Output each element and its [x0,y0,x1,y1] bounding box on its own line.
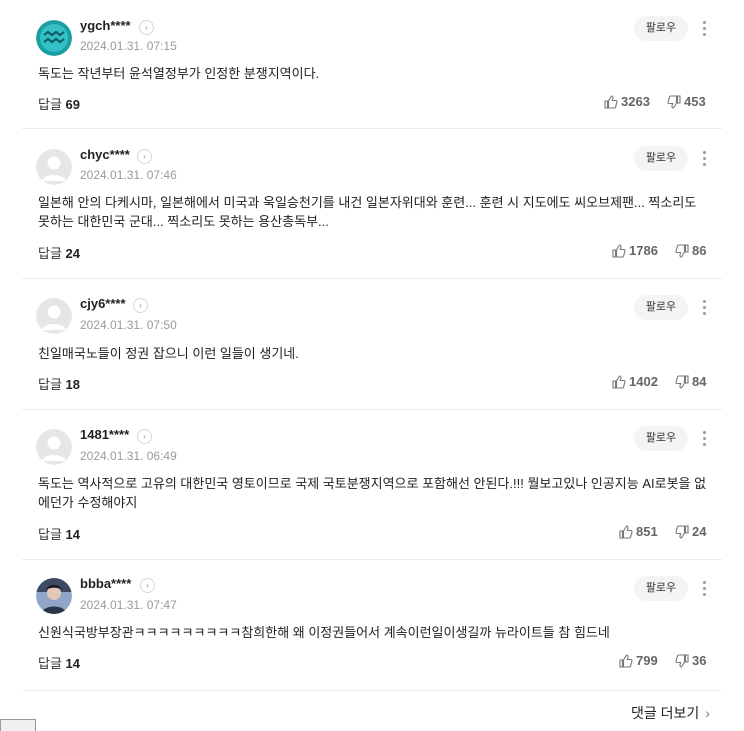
default-avatar-icon [36,429,72,465]
thumbs-down-icon [667,95,681,109]
kebab-icon[interactable] [700,581,708,597]
avatar[interactable] [36,578,72,614]
nickname[interactable]: ygch**** [80,18,131,33]
reply-button[interactable]: 답글 24 [38,243,80,262]
comment-date: 2024.01.31. 06:49 [80,449,177,463]
corner-tab [0,719,36,731]
chevron-right-icon[interactable]: › [139,20,154,35]
like-count: 3263 [621,94,650,109]
comment-date: 2024.01.31. 07:46 [80,168,177,182]
like-count: 1402 [629,374,658,389]
like-button[interactable]: 1402 [612,374,658,389]
photo-avatar-icon [36,578,72,614]
thumbs-down-icon [675,654,689,668]
dislike-count: 24 [692,524,707,539]
reply-count: 14 [65,656,81,671]
kebab-icon[interactable] [700,431,708,447]
nickname[interactable]: bbba**** [80,576,131,591]
follow-button[interactable]: 팔로우 [634,146,688,171]
avatar[interactable] [36,149,72,185]
kebab-icon[interactable] [700,21,708,37]
comment-list: ygch**** › 2024.01.31. 07:15 팔로우 독도는 작년부… [22,0,722,691]
avatar[interactable] [36,298,72,334]
reply-label: 답글 [38,377,62,392]
reply-count: 18 [65,377,81,392]
comment-date: 2024.01.31. 07:47 [80,598,177,612]
thumbs-down-icon [675,525,689,539]
more-comments-button[interactable]: 댓글 더보기 › [631,703,710,723]
dislike-count: 453 [684,94,706,109]
dislike-count: 84 [692,374,707,389]
reply-label: 답글 [38,97,62,112]
follow-button[interactable]: 팔로우 [634,16,688,41]
kebab-icon[interactable] [700,300,708,316]
default-avatar-icon [36,298,72,334]
follow-button[interactable]: 팔로우 [634,295,688,320]
comment-text: 친일매국노들이 정권 잡으니 이런 일들이 생기네. [38,346,299,361]
like-count: 799 [636,653,658,668]
reply-label: 답글 [38,527,62,542]
like-count: 1786 [629,243,658,258]
thumbs-up-icon [612,375,626,389]
avatar[interactable] [36,429,72,465]
thumbs-down-icon [675,375,689,389]
default-avatar-icon [36,149,72,185]
comment-text: 독도는 작년부터 윤석열정부가 인정한 분쟁지역이다. [38,66,320,81]
thumbs-up-icon [612,244,626,258]
follow-button[interactable]: 팔로우 [634,576,688,601]
comment-item: 1481**** › 2024.01.31. 06:49 팔로우 독도는 역사적… [22,410,722,560]
more-comments-label: 댓글 더보기 [631,705,700,721]
kebab-icon[interactable] [700,151,708,167]
like-button[interactable]: 1786 [612,243,658,258]
dislike-button[interactable]: 86 [675,243,706,258]
chevron-right-icon[interactable]: › [137,429,152,444]
reply-button[interactable]: 답글 14 [38,524,80,543]
reply-count: 24 [65,246,81,261]
chevron-right-icon: › [705,705,710,721]
thumbs-up-icon [619,654,633,668]
comment-text: 독도는 역사적으로 고유의 대한민국 영토이므로 국제 국토분쟁지역으로 포함해… [38,476,707,510]
chevron-right-icon[interactable]: › [140,578,155,593]
follow-button[interactable]: 팔로우 [634,426,688,451]
dislike-count: 86 [692,243,707,258]
reply-button[interactable]: 답글 18 [38,374,80,393]
thumbs-down-icon [675,244,689,258]
reply-count: 69 [65,97,81,112]
chevron-right-icon[interactable]: › [133,298,148,313]
nickname[interactable]: chyc**** [80,147,130,162]
comment-date: 2024.01.31. 07:50 [80,318,177,332]
nickname[interactable]: 1481**** [80,427,129,442]
like-button[interactable]: 799 [619,653,658,668]
comment-text: 신원식국방부장관ㅋㅋㅋㅋㅋㅋㅋㅋㅋ참희한해 왜 이정권들어서 계속이런일이생길까… [38,625,610,640]
like-button[interactable]: 851 [619,524,658,539]
nickname[interactable]: cjy6**** [80,296,126,311]
comment-item: bbba**** › 2024.01.31. 07:47 팔로우 신원식국방부장… [22,560,722,691]
comment-text: 일본해 안의 다케시마, 일본해에서 미국과 욱일승천기를 내건 일본자위대와 … [38,195,697,229]
reply-button[interactable]: 답글 14 [38,653,80,672]
comment-item: chyc**** › 2024.01.31. 07:46 팔로우 일본해 안의 … [22,129,722,279]
chevron-right-icon[interactable]: › [137,149,152,164]
aquarius-avatar-icon [36,20,72,56]
avatar[interactable] [36,20,72,56]
comment-item: ygch**** › 2024.01.31. 07:15 팔로우 독도는 작년부… [22,0,722,129]
thumbs-up-icon [604,95,618,109]
thumbs-up-icon [619,525,633,539]
like-button[interactable]: 3263 [604,94,650,109]
dislike-button[interactable]: 36 [675,653,706,668]
comment-date: 2024.01.31. 07:15 [80,39,177,53]
dislike-button[interactable]: 84 [675,374,706,389]
reply-label: 답글 [38,246,62,261]
reply-label: 답글 [38,656,62,671]
reply-count: 14 [65,527,81,542]
dislike-button[interactable]: 24 [675,524,706,539]
dislike-count: 36 [692,653,707,668]
comment-item: cjy6**** › 2024.01.31. 07:50 팔로우 친일매국노들이… [22,279,722,410]
reply-button[interactable]: 답글 69 [38,94,80,113]
dislike-button[interactable]: 453 [667,94,706,109]
like-count: 851 [636,524,658,539]
